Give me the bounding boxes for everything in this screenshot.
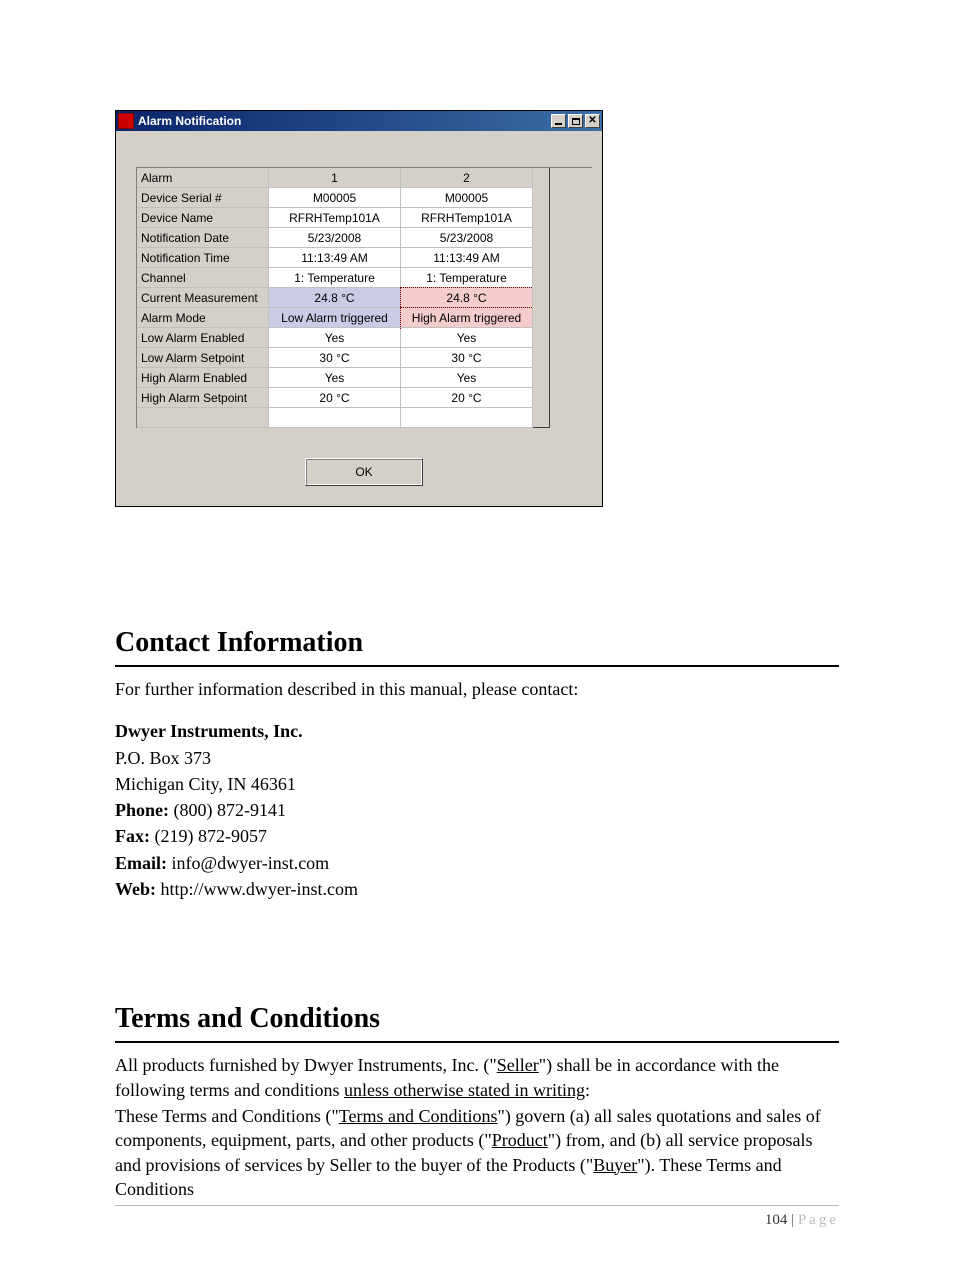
grid-cell: 20 °C — [401, 388, 533, 408]
phone-value: (800) 872-9141 — [169, 800, 286, 820]
phone-label: Phone: — [115, 800, 169, 820]
alarm-grid: Alarm Device Serial # Device Name Notifi… — [136, 167, 592, 428]
contact-email: Email: info@dwyer-inst.com — [115, 851, 839, 875]
terms-para: These Terms and Conditions ("Terms and C… — [115, 1104, 839, 1201]
col-header: 2 — [401, 168, 533, 188]
row-header: Notification Date — [137, 228, 269, 248]
web-label: Web: — [115, 879, 156, 899]
term-product: Product — [492, 1130, 548, 1150]
grid-cell: 5/23/2008 — [269, 228, 401, 248]
row-header: High Alarm Setpoint — [137, 388, 269, 408]
term-tac: Terms and Conditions — [339, 1106, 498, 1126]
contact-phone: Phone: (800) 872-9141 — [115, 798, 839, 822]
alarm-column-2: 2 M00005 RFRHTemp101A 5/23/2008 11:13:49… — [401, 168, 533, 428]
minimize-icon — [555, 123, 562, 125]
contact-heading: Contact Information — [115, 627, 839, 659]
empty-cell — [269, 408, 401, 428]
row-header: Current Measurement — [137, 288, 269, 308]
grid-cell: Yes — [401, 368, 533, 388]
fax-label: Fax: — [115, 826, 150, 846]
contact-fax: Fax: (219) 872-9057 — [115, 824, 839, 848]
term-seller: Seller — [497, 1055, 539, 1075]
grid-cell: Yes — [269, 328, 401, 348]
grid-cell: 11:13:49 AM — [269, 248, 401, 268]
row-header: Notification Time — [137, 248, 269, 268]
maximize-icon — [572, 118, 580, 125]
section-rule — [115, 665, 839, 667]
grid-cell: 30 °C — [269, 348, 401, 368]
ok-button[interactable]: OK — [305, 458, 423, 486]
row-header: Low Alarm Enabled — [137, 328, 269, 348]
contact-addr1: P.O. Box 373 — [115, 746, 839, 770]
contact-intro: For further information described in thi… — [115, 677, 839, 701]
grid-cell: RFRHTemp101A — [401, 208, 533, 228]
grid-scrollbar[interactable] — [533, 168, 550, 428]
term-unless: unless otherwise stated in writing — [344, 1080, 585, 1100]
row-header: High Alarm Enabled — [137, 368, 269, 388]
grid-cell: 1: Temperature — [269, 268, 401, 288]
row-header: Alarm — [137, 168, 269, 188]
terms-body: All products furnished by Dwyer Instrume… — [115, 1053, 839, 1201]
row-header: Device Name — [137, 208, 269, 228]
minimize-button[interactable] — [551, 114, 566, 128]
terms-heading: Terms and Conditions — [115, 1003, 839, 1035]
alarm-column-1: 1 M00005 RFRHTemp101A 5/23/2008 11:13:49… — [269, 168, 401, 428]
term-buyer: Buyer — [593, 1155, 637, 1175]
page-footer: 104 | Page — [115, 1205, 839, 1229]
app-icon — [118, 113, 134, 129]
grid-cell: Yes — [269, 368, 401, 388]
grid-cell-current-measurement: 24.8 °C — [401, 288, 533, 308]
row-header: Alarm Mode — [137, 308, 269, 328]
grid-cell: 5/23/2008 — [401, 228, 533, 248]
window-title: Alarm Notification — [138, 114, 549, 128]
web-value: http://www.dwyer-inst.com — [156, 879, 358, 899]
grid-cell: M00005 — [269, 188, 401, 208]
fax-value: (219) 872-9057 — [150, 826, 267, 846]
row-header-column: Alarm Device Serial # Device Name Notifi… — [137, 168, 269, 428]
close-button[interactable]: ✕ — [585, 114, 600, 128]
grid-cell: 30 °C — [401, 348, 533, 368]
contact-addr2: Michigan City, IN 46361 — [115, 772, 839, 796]
row-header: Device Serial # — [137, 188, 269, 208]
empty-cell — [401, 408, 533, 428]
window-client-area: Alarm Device Serial # Device Name Notifi… — [116, 131, 602, 506]
page-number: 104 — [765, 1212, 788, 1228]
grid-cell-alarm-mode: High Alarm triggered — [401, 308, 533, 328]
grid-cell-current-measurement: 24.8 °C — [269, 288, 401, 308]
alarm-notification-window: Alarm Notification ✕ Alarm Device Serial… — [115, 110, 603, 507]
window-titlebar[interactable]: Alarm Notification ✕ — [116, 111, 602, 131]
row-header: Low Alarm Setpoint — [137, 348, 269, 368]
page-word: Page — [798, 1212, 839, 1228]
contact-company: Dwyer Instruments, Inc. — [115, 719, 839, 743]
terms-para: All products furnished by Dwyer Instrume… — [115, 1053, 839, 1102]
col-header: 1 — [269, 168, 401, 188]
grid-cell: Yes — [401, 328, 533, 348]
section-rule — [115, 1041, 839, 1043]
contact-web: Web: http://www.dwyer-inst.com — [115, 877, 839, 901]
grid-cell-alarm-mode: Low Alarm triggered — [269, 308, 401, 328]
grid-cell: RFRHTemp101A — [269, 208, 401, 228]
grid-cell: 20 °C — [269, 388, 401, 408]
grid-cell: M00005 — [401, 188, 533, 208]
grid-cell: 1: Temperature — [401, 268, 533, 288]
email-value: info@dwyer-inst.com — [167, 853, 329, 873]
row-header: Channel — [137, 268, 269, 288]
close-icon: ✕ — [588, 116, 596, 126]
grid-cell: 11:13:49 AM — [401, 248, 533, 268]
email-label: Email: — [115, 853, 167, 873]
contact-body: For further information described in thi… — [115, 677, 839, 901]
footer-sep: | — [787, 1212, 798, 1228]
maximize-button[interactable] — [568, 114, 583, 128]
empty-cell — [137, 408, 269, 428]
